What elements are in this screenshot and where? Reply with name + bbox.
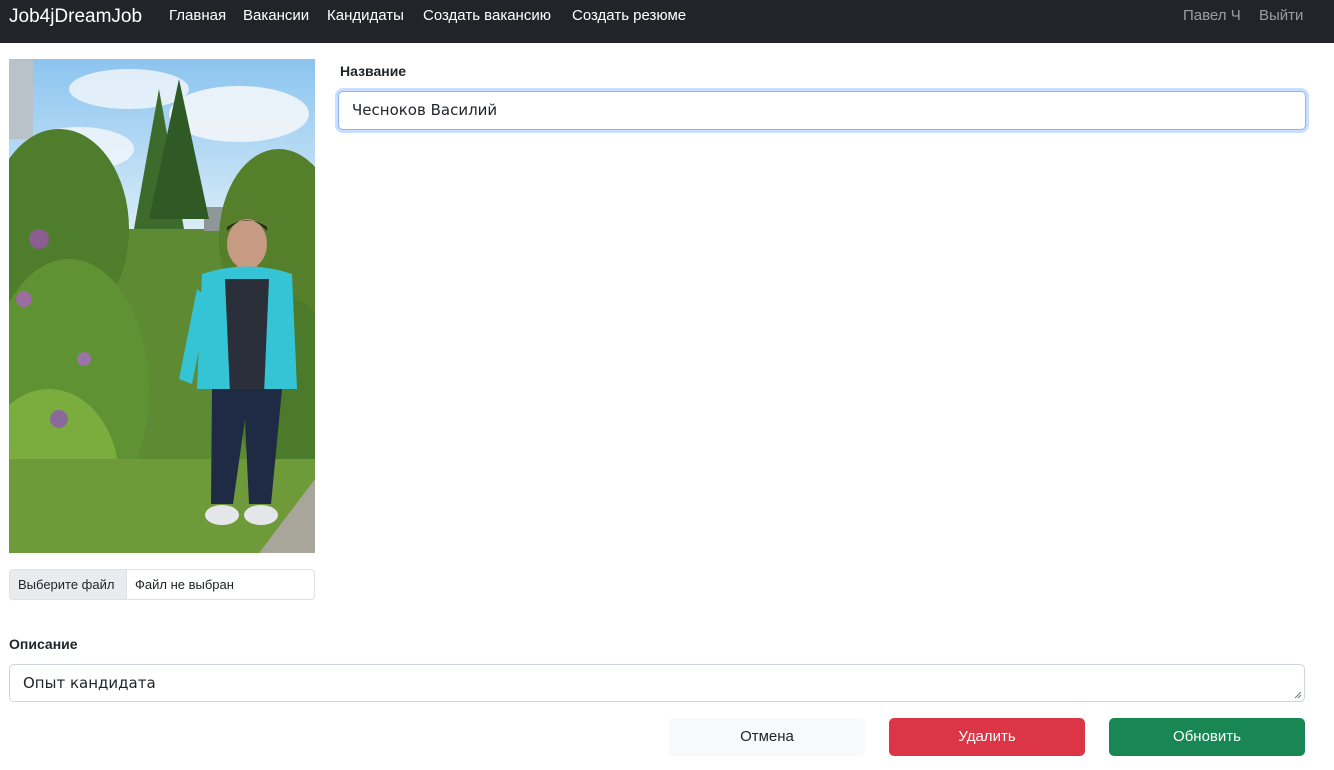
- file-status-text: Файл не выбран: [135, 577, 234, 592]
- choose-file-button[interactable]: Выберите файл: [10, 570, 127, 599]
- update-button[interactable]: Обновить: [1109, 718, 1305, 756]
- delete-button[interactable]: Удалить: [889, 718, 1085, 756]
- description-text: Опыт кандидата: [23, 674, 156, 692]
- logout-link[interactable]: Выйти: [1259, 7, 1303, 25]
- nav-link-main[interactable]: Главная: [169, 7, 226, 25]
- title-input[interactable]: Чесноков Василий: [338, 91, 1306, 130]
- title-label: Название: [340, 63, 407, 79]
- navbar: Job4jDreamJob Главная Вакансии Кандидаты…: [0, 0, 1334, 43]
- cancel-button[interactable]: Отмена: [669, 718, 865, 756]
- nav-link-vacancies[interactable]: Вакансии: [243, 7, 309, 25]
- description-textarea[interactable]: Опыт кандидата: [9, 664, 1305, 702]
- nav-link-candidates[interactable]: Кандидаты: [327, 7, 404, 25]
- brand-link[interactable]: Job4jDreamJob: [9, 6, 142, 28]
- photo-file-input[interactable]: Выберите файл Файл не выбран: [9, 569, 315, 600]
- nav-link-create-vacancy[interactable]: Создать вакансию: [423, 7, 551, 25]
- description-label: Описание: [9, 636, 78, 652]
- resize-grip-icon[interactable]: [1294, 691, 1302, 699]
- candidate-photo: [9, 59, 315, 553]
- nav-link-create-resume[interactable]: Создать резюме: [572, 7, 686, 25]
- user-name-link[interactable]: Павел Ч: [1183, 7, 1241, 25]
